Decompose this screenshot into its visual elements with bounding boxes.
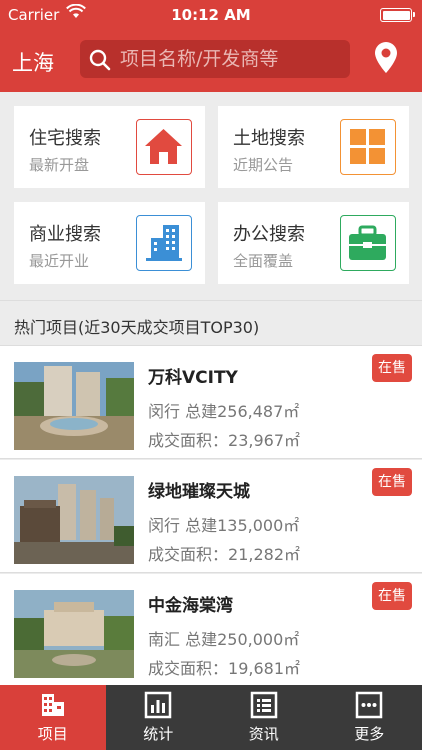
search-icon [88,48,112,76]
category-title: 商业搜索 [29,224,101,245]
briefcase-icon [340,215,396,271]
section-title: 热门项目(近30天成交项目TOP30) [14,318,260,337]
project-row[interactable]: 中金海棠湾 南汇 总建250,000㎡ 成交面积：19,681㎡ 在售 [0,574,422,687]
category-subtitle: 最近开业 [29,252,90,270]
project-name: 绿地璀璨天城 [148,482,250,502]
tab-label: 更多 [354,725,385,743]
project-thumbnail [14,590,134,678]
category-subtitle: 全面覆盖 [233,252,294,270]
bottom-tab-bar: 项目 统计 资讯 更多 [0,685,422,750]
project-row[interactable]: 万科VCITY 闵行 总建256,487㎡ 成交面积：23,967㎡ 在售 [0,346,422,459]
location-pin-icon[interactable] [372,40,400,80]
project-total-area: 闵行 总建135,000㎡ [148,516,300,535]
project-deal-area: 成交面积：19,681㎡ [148,659,301,678]
category-land[interactable]: 土地搜索 近期公告 [218,106,409,188]
project-row[interactable]: 绿地璀璨天城 闵行 总建135,000㎡ 成交面积：21,282㎡ 在售 [0,460,422,573]
tab-label: 资讯 [248,725,279,743]
status-badge: 在售 [372,468,412,496]
category-commercial[interactable]: 商业搜索 最近开业 [14,202,205,284]
tab-label: 统计 [143,725,174,743]
category-subtitle: 近期公告 [233,156,294,174]
tab-more[interactable]: 更多 [317,685,422,750]
clock: 10:12 AM [171,6,251,24]
category-grid: 住宅搜索 最新开盘 土地搜索 近期公告 商业搜索 最近开业 办公搜索 全面覆盖 [0,92,422,298]
tab-statistics[interactable]: 统计 [106,685,212,750]
search-input[interactable] [120,44,340,74]
building-icon [136,215,192,271]
status-badge: 在售 [372,354,412,382]
category-residential[interactable]: 住宅搜索 最新开盘 [14,106,205,188]
house-icon [136,119,192,175]
building-icon [39,691,67,723]
project-thumbnail [14,362,134,450]
top-nav-bar: 上海 [0,30,422,92]
project-thumbnail [14,476,134,564]
status-badge: 在售 [372,582,412,610]
tab-news[interactable]: 资讯 [211,685,317,750]
project-total-area: 闵行 总建256,487㎡ [148,402,300,421]
category-subtitle: 最新开盘 [29,156,90,174]
news-icon [250,691,278,723]
tab-label: 项目 [37,725,68,743]
search-box[interactable] [80,40,350,78]
category-title: 办公搜索 [233,224,305,245]
hot-projects-header: 热门项目(近30天成交项目TOP30) [0,300,422,346]
more-icon [355,691,383,723]
city-selector[interactable]: 上海 [12,47,54,77]
project-name: 万科VCITY [148,368,238,388]
category-title: 土地搜索 [233,128,305,149]
project-name: 中金海棠湾 [148,596,233,616]
land-grid-icon [340,119,396,175]
category-office[interactable]: 办公搜索 全面覆盖 [218,202,409,284]
project-deal-area: 成交面积：21,282㎡ [148,545,301,564]
battery-icon [380,8,415,22]
tab-projects[interactable]: 项目 [0,685,106,750]
project-total-area: 南汇 总建250,000㎡ [148,630,300,649]
project-deal-area: 成交面积：23,967㎡ [148,431,301,450]
category-title: 住宅搜索 [29,128,101,149]
chart-icon [144,691,172,723]
status-bar: Carrier 10:12 AM [0,0,422,30]
